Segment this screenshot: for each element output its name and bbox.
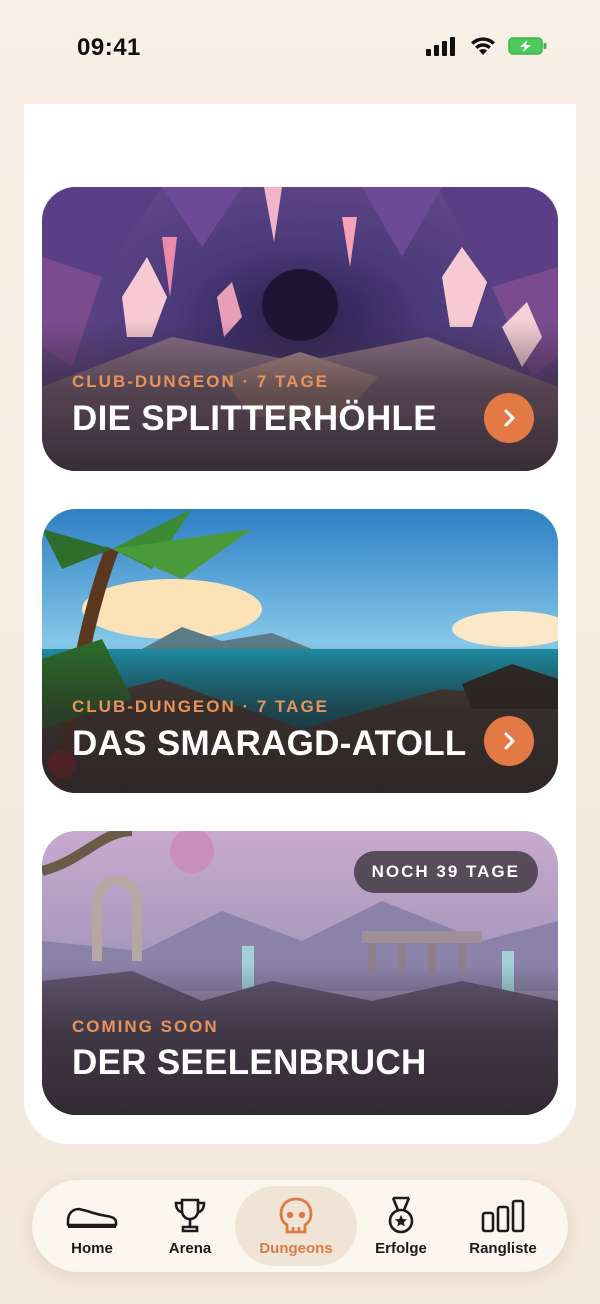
dungeon-card-splitterhoehle[interactable]: CLUB-DUNGEON · 7 TAGE DIE SPLITTERHÖHLE	[42, 187, 558, 471]
dungeon-card-title: DIE SPLITTERHÖHLE	[72, 399, 437, 438]
bottom-tab-bar: Home Arena Dungeons Erfolge Rangliste	[32, 1180, 568, 1272]
medal-icon	[374, 1196, 428, 1236]
bar-chart-icon	[476, 1196, 530, 1236]
card-shade	[42, 965, 558, 1115]
dungeon-card-subtitle: COMING SOON	[72, 1017, 219, 1036]
status-time: 09:41	[77, 34, 141, 61]
tab-erfolge[interactable]: Erfolge	[351, 1186, 451, 1266]
shoe-icon	[65, 1196, 119, 1236]
trophy-icon	[163, 1196, 217, 1236]
tab-home[interactable]: Home	[42, 1186, 142, 1266]
chevron-right-icon	[504, 409, 515, 427]
tab-arena[interactable]: Arena	[140, 1186, 240, 1266]
tab-label: Erfolge	[375, 1239, 427, 1257]
dungeon-card-smaragd-atoll[interactable]: CLUB-DUNGEON · 7 TAGE DAS SMARAGD-ATOLL	[42, 509, 558, 793]
open-dungeon-button[interactable]	[484, 716, 534, 766]
card-shade	[42, 643, 558, 793]
status-icons	[426, 36, 548, 61]
tab-label: Home	[71, 1239, 113, 1257]
dungeon-card-title: DAS SMARAGD-ATOLL	[72, 724, 467, 763]
tab-label: Arena	[168, 1239, 212, 1257]
tab-label: Rangliste	[469, 1239, 537, 1257]
dungeon-card-subtitle: CLUB-DUNGEON · 7 TAGE	[72, 372, 330, 391]
open-dungeon-button[interactable]	[484, 393, 534, 443]
days-remaining-badge: NOCH 39 TAGE	[353, 851, 538, 893]
dungeon-card-title: DER SEELENBRUCH	[72, 1043, 427, 1082]
tab-dungeons[interactable]: Dungeons	[235, 1186, 357, 1266]
wifi-icon	[470, 36, 496, 61]
chevron-right-icon	[504, 732, 515, 750]
tab-rangliste[interactable]: Rangliste	[453, 1186, 553, 1266]
cellular-signal-icon	[426, 36, 458, 61]
tab-label: Dungeons	[259, 1239, 333, 1257]
card-shade	[42, 321, 558, 471]
dungeon-card-seelenbruch[interactable]: NOCH 39 TAGE COMING SOON DER SEELENBRUCH	[42, 831, 558, 1115]
battery-charging-icon	[508, 36, 548, 61]
skull-icon	[269, 1196, 323, 1236]
dungeon-card-subtitle: CLUB-DUNGEON · 7 TAGE	[72, 697, 330, 716]
status-bar: 09:41	[0, 0, 600, 100]
